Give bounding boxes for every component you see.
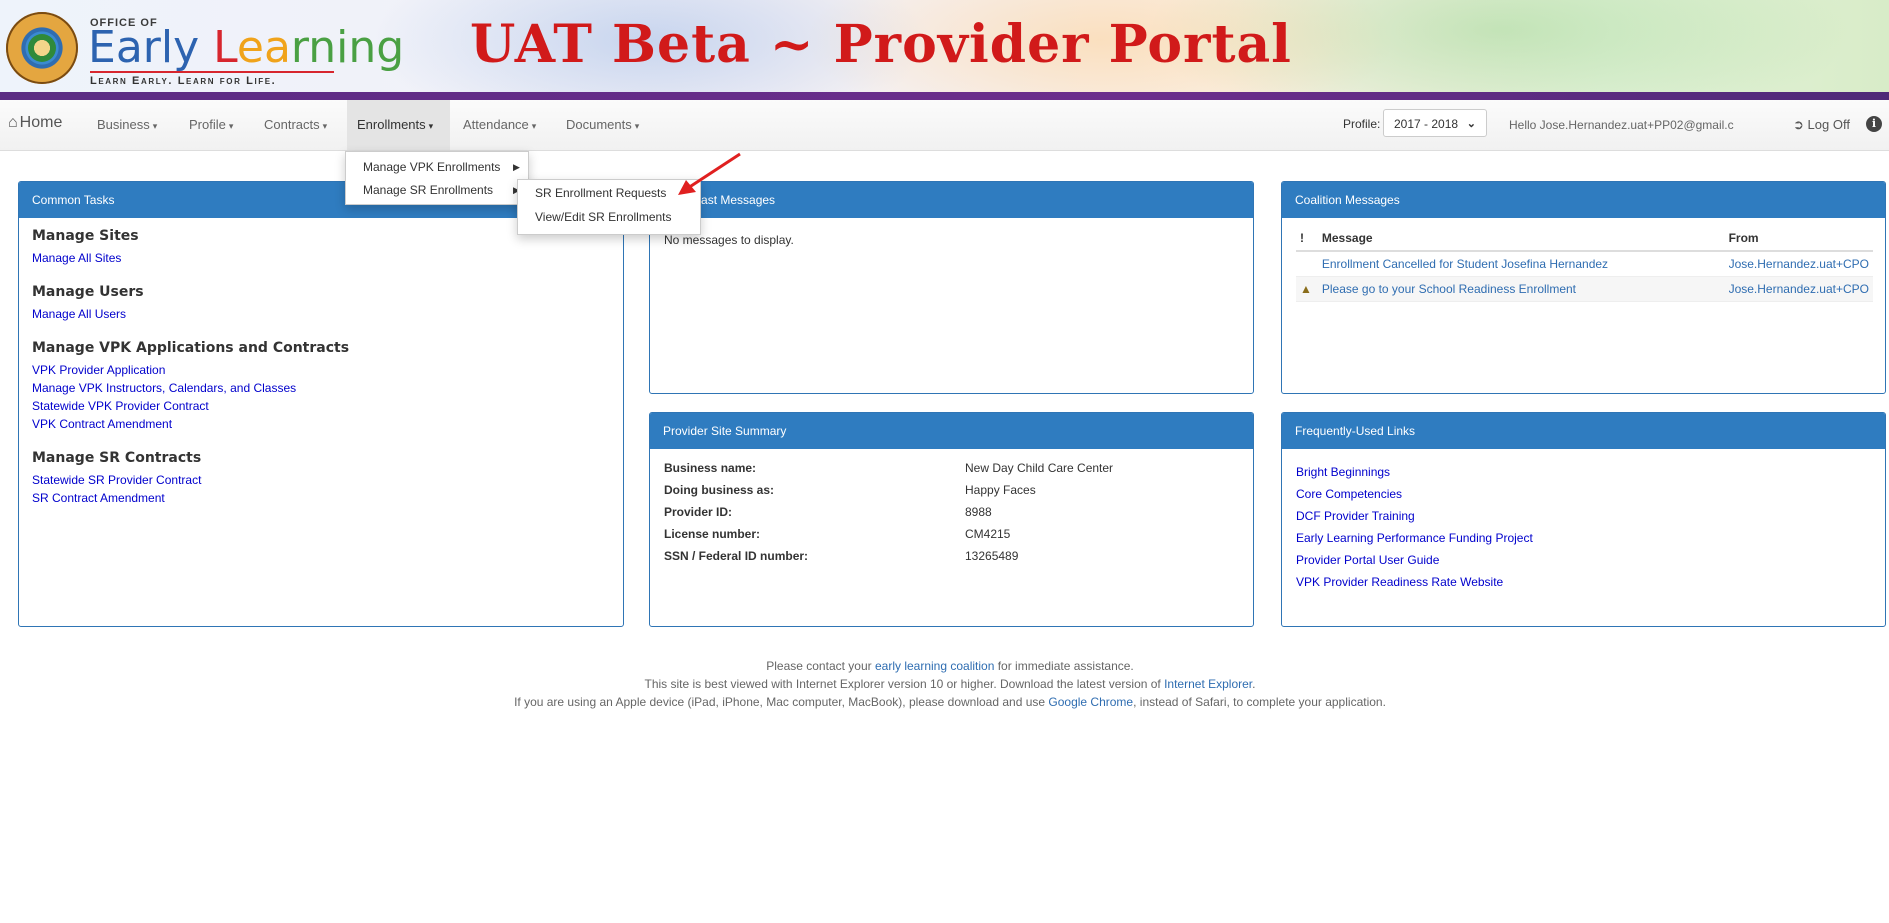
logoff-icon: ➲ <box>1793 117 1804 132</box>
summary-row: Doing business as: Happy Faces <box>664 483 1036 497</box>
nav-profile[interactable]: Profile ▾ <box>189 117 233 132</box>
caret-down-icon: ▾ <box>531 121 537 131</box>
profile-label: Profile: <box>1343 117 1381 131</box>
caret-down-icon: ▾ <box>152 121 158 131</box>
caret-down-icon: ▾ <box>322 121 328 131</box>
flag-cell <box>1296 251 1318 277</box>
enrollments-dropdown: Manage VPK Enrollments ▶ Manage SR Enroll… <box>345 151 529 205</box>
link-internet-explorer[interactable]: Internet Explorer <box>1164 677 1252 691</box>
table-row[interactable]: ▲ Please go to your School Readiness Enr… <box>1296 276 1873 302</box>
link-performance-funding[interactable]: Early Learning Performance Funding Proje… <box>1296 527 1871 549</box>
caret-right-icon: ▶ <box>513 162 520 172</box>
group-title: Manage Users <box>32 284 144 300</box>
summary-row: SSN / Federal ID number: 13265489 <box>664 549 1019 563</box>
caret-down-icon: ▾ <box>634 121 640 131</box>
group-title: Manage VPK Applications and Contracts <box>32 340 350 356</box>
link-manage-vpk-instructors[interactable]: Manage VPK Instructors, Calendars, and C… <box>32 379 610 397</box>
header-banner: OFFICE OF Early Learning Learn Early. Le… <box>0 0 1889 92</box>
from-cell[interactable]: Jose.Hernandez.uat+CPO <box>1724 251 1873 277</box>
flag-cell: ▲ <box>1296 276 1318 302</box>
caret-down-icon: ▾ <box>228 121 234 131</box>
logo-early-learning: Early Learning <box>88 22 405 73</box>
col-flag: ! <box>1296 226 1318 252</box>
nav-enrollments[interactable]: Enrollments ▾ <box>357 117 433 132</box>
link-google-chrome[interactable]: Google Chrome <box>1048 695 1133 709</box>
chevron-down-icon: ⌄ <box>1466 118 1476 130</box>
summary-row: Business name: New Day Child Care Center <box>664 461 1114 475</box>
site-summary-title: Provider Site Summary <box>650 413 1253 449</box>
menu-item-manage-vpk-enrollments[interactable]: Manage VPK Enrollments ▶ <box>363 160 520 174</box>
link-manage-all-users[interactable]: Manage All Users <box>32 305 610 323</box>
summary-row: Provider ID: 8988 <box>664 505 992 519</box>
from-cell[interactable]: Jose.Hernandez.uat+CPO <box>1724 276 1873 302</box>
message-cell[interactable]: Enrollment Cancelled for Student Josefin… <box>1317 251 1725 277</box>
nav-attendance[interactable]: Attendance ▾ <box>463 117 536 132</box>
broadcast-messages-panel: Broadcast Messages No messages to displa… <box>649 181 1254 394</box>
nav-home[interactable]: ⌂ Home <box>8 114 62 132</box>
menu-item-view-edit-sr-enrollments[interactable]: View/Edit SR Enrollments <box>535 210 672 224</box>
florida-seal-logo <box>6 12 78 84</box>
link-portal-user-guide[interactable]: Provider Portal User Guide <box>1296 549 1871 571</box>
portal-title: UAT Beta ~ Provider Portal <box>470 14 1292 75</box>
home-icon: ⌂ <box>8 114 18 131</box>
logoff-link[interactable]: ➲ Log Off <box>1793 117 1850 133</box>
link-vpk-readiness-rate[interactable]: VPK Provider Readiness Rate Website <box>1296 571 1871 593</box>
link-early-learning-coalition[interactable]: early learning coalition <box>875 659 994 673</box>
group-title: Manage SR Contracts <box>32 450 202 466</box>
footer-notice: Please contact your early learning coali… <box>514 659 1386 709</box>
summary-row: License number: CM4215 <box>664 527 1011 541</box>
link-dcf-provider-training[interactable]: DCF Provider Training <box>1296 505 1871 527</box>
link-core-competencies[interactable]: Core Competencies <box>1296 483 1871 505</box>
header-divider <box>0 92 1889 100</box>
menu-item-sr-enrollment-requests[interactable]: SR Enrollment Requests <box>535 186 666 200</box>
caret-down-icon: ▾ <box>428 121 434 131</box>
coalition-messages-panel: Coalition Messages ! Message From Enroll… <box>1281 181 1886 394</box>
link-bright-beginnings[interactable]: Bright Beginnings <box>1296 461 1871 483</box>
frequent-links-title: Frequently-Used Links <box>1282 413 1885 449</box>
nav-business[interactable]: Business ▾ <box>97 117 157 132</box>
table-row[interactable]: Enrollment Cancelled for Student Josefin… <box>1296 251 1873 277</box>
logo-tagline: Learn Early. Learn for Life. <box>90 75 277 87</box>
no-messages-text: No messages to display. <box>664 233 794 247</box>
coalition-messages-title: Coalition Messages <box>1282 182 1885 218</box>
nav-documents[interactable]: Documents ▾ <box>566 117 639 132</box>
link-vpk-contract-amendment[interactable]: VPK Contract Amendment <box>32 415 610 433</box>
info-icon[interactable]: i <box>1866 116 1882 132</box>
sr-enrollments-submenu: SR Enrollment Requests View/Edit SR Enro… <box>517 179 701 235</box>
hello-user: Hello Jose.Hernandez.uat+PP02@gmail.com! <box>1509 118 1734 132</box>
col-message: Message <box>1317 226 1725 252</box>
nav-contracts[interactable]: Contracts ▾ <box>264 117 327 132</box>
col-from: From <box>1724 226 1873 252</box>
link-manage-all-sites[interactable]: Manage All Sites <box>32 249 610 267</box>
coalition-messages-table: ! Message From Enrollment Cancelled for … <box>1296 226 1873 302</box>
profile-year-select[interactable]: 2017 - 2018 ⌄ <box>1383 109 1487 137</box>
frequent-links-panel: Frequently-Used Links Bright Beginnings … <box>1281 412 1886 627</box>
link-sr-contract-amendment[interactable]: SR Contract Amendment <box>32 489 610 507</box>
menu-item-manage-sr-enrollments[interactable]: Manage SR Enrollments▶ <box>363 183 520 197</box>
message-cell[interactable]: Please go to your School Readiness Enrol… <box>1317 276 1725 302</box>
link-statewide-vpk-contract[interactable]: Statewide VPK Provider Contract <box>32 397 610 415</box>
common-tasks-panel: Common Tasks Manage Sites Manage All Sit… <box>18 181 624 627</box>
annotation-arrow-icon <box>678 152 741 195</box>
warning-icon: ▲ <box>1300 282 1312 296</box>
link-statewide-sr-contract[interactable]: Statewide SR Provider Contract <box>32 471 610 489</box>
link-vpk-provider-application[interactable]: VPK Provider Application <box>32 361 610 379</box>
logo-underline <box>90 71 334 73</box>
provider-site-summary-panel: Provider Site Summary Business name: New … <box>649 412 1254 627</box>
